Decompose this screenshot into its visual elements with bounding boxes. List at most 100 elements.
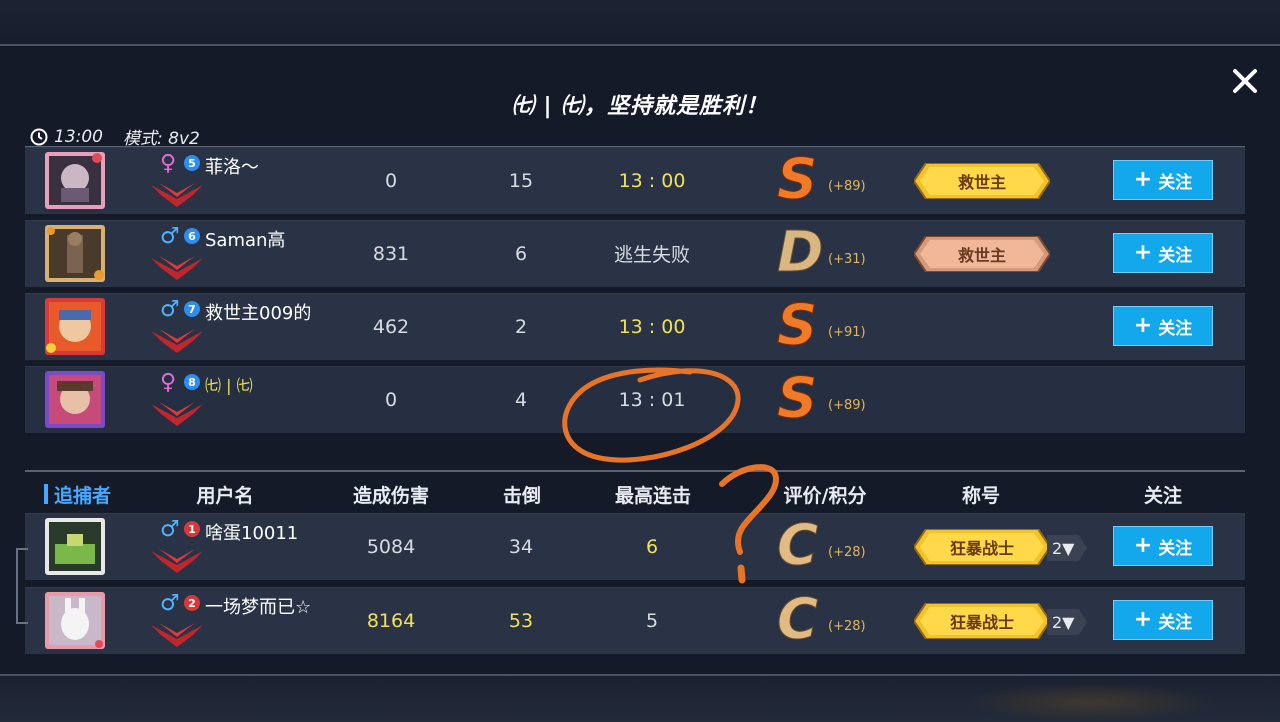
team-label-hunters: 追捕者: [44, 478, 111, 510]
player-name[interactable]: 啥蛋10011: [205, 519, 298, 545]
survivor-row: ♂ 6 Saman高 831 6 逃生失败 D (+31) 救世主 + 关注: [25, 220, 1245, 287]
grade-letter: D: [777, 220, 824, 285]
level-badge: 2: [184, 595, 200, 611]
damage-value: 462: [372, 315, 410, 338]
grade-letter: C: [777, 513, 819, 578]
top-bar: [0, 0, 1280, 46]
male-icon: ♂: [160, 517, 180, 542]
player-name[interactable]: 救世主009的: [205, 299, 311, 325]
damage-value: 831: [372, 242, 410, 265]
clock-icon: [30, 128, 48, 145]
grade-letter: C: [777, 587, 819, 652]
level-badge: 8: [184, 374, 200, 390]
avatar[interactable]: [45, 225, 105, 282]
follow-label: 关注: [1158, 612, 1193, 633]
female-icon: ♀: [160, 151, 177, 176]
damage-value: 5084: [366, 535, 416, 558]
damage-value: 0: [384, 388, 398, 411]
column-header-username: 用户名: [196, 484, 254, 507]
female-icon: ♀: [160, 370, 177, 395]
kills-value: 4: [514, 388, 528, 411]
grade-points: (+28): [828, 619, 866, 634]
avatar[interactable]: [45, 371, 105, 428]
section-divider: [25, 470, 1245, 472]
avatar[interactable]: [45, 298, 105, 355]
title-badge-label: 救世主: [957, 246, 1006, 265]
follow-label: 关注: [1158, 538, 1193, 559]
rank-emblem-icon: [151, 256, 203, 280]
kills-value: 53: [508, 609, 534, 632]
grade-points: (+28): [828, 545, 866, 560]
title-badge-label: 救世主: [957, 173, 1006, 192]
avatar[interactable]: [45, 152, 105, 209]
player-name[interactable]: 一场梦而已☆: [205, 593, 311, 619]
survivor-row: ♀ 5 菲洛～ 0 15 13 : 00 S (+89) 救世主 + 关注: [25, 147, 1245, 214]
title-badge-label: 狂暴战士: [949, 539, 1014, 558]
player-name[interactable]: ㈦ | ㈦: [205, 372, 253, 396]
column-header-combo: 最高连击: [614, 484, 691, 507]
grade-points: (+89): [828, 179, 866, 194]
player-name[interactable]: Saman高: [205, 226, 285, 252]
team-marker: [44, 484, 48, 504]
hunter-row: ♂ 2 一场梦而已☆ 8164 53 5 C (+28) 狂暴战士 2▼ + 关注: [25, 587, 1245, 654]
follow-button[interactable]: + 关注: [1113, 233, 1213, 273]
combo-value: 5: [645, 609, 659, 632]
column-header-kills: 击倒: [502, 484, 541, 507]
title-badge-label: 狂暴战士: [949, 613, 1014, 632]
follow-label: 关注: [1158, 172, 1193, 193]
follow-button[interactable]: + 关注: [1113, 306, 1213, 346]
follow-label: 关注: [1158, 245, 1193, 266]
avatar[interactable]: [45, 592, 105, 649]
kills-value: 15: [508, 169, 534, 192]
grade-points: (+89): [828, 398, 866, 413]
escape-result: 逃生失败: [613, 244, 690, 266]
grade-letter: S: [777, 293, 818, 358]
male-icon: ♂: [160, 224, 180, 249]
plus-icon: +: [1133, 533, 1153, 558]
damage-value: 0: [384, 169, 398, 192]
level-badge: 1: [184, 521, 200, 537]
grade-points: (+91): [828, 325, 866, 340]
avatar[interactable]: [45, 518, 105, 575]
follow-button[interactable]: + 关注: [1113, 526, 1213, 566]
column-header-damage: 造成伤害: [352, 484, 429, 507]
male-icon: ♂: [160, 297, 180, 322]
match-time: 13:00: [54, 126, 103, 147]
rank-emblem-icon: [151, 623, 203, 647]
title-count-dropdown[interactable]: 2▼: [1047, 609, 1087, 635]
follow-label: 关注: [1158, 318, 1193, 339]
rank-emblem-icon: [151, 402, 203, 426]
combo-value: 6: [645, 535, 659, 558]
survival-time: 13 : 00: [618, 169, 686, 192]
player-name[interactable]: 菲洛～: [205, 153, 259, 179]
grade-letter: S: [777, 147, 818, 212]
survivor-row: ♂ 7 救世主009的 462 2 13 : 00 S (+91) + 关注: [25, 293, 1245, 360]
hunter-row: ♂ 1 啥蛋10011 5084 34 6 C (+28) 狂暴战士 2▼ + 关…: [25, 513, 1245, 580]
survival-time: 13 : 01: [618, 388, 686, 411]
kills-value: 6: [514, 242, 528, 265]
rank-emblem-icon: [151, 329, 203, 353]
column-header-follow: 关注: [1143, 484, 1182, 507]
rank-emblem-icon: [151, 183, 203, 207]
level-badge: 7: [184, 301, 200, 317]
plus-icon: +: [1133, 240, 1153, 265]
team-label-text: 追捕者: [54, 484, 112, 507]
grade-points: (+31): [828, 252, 866, 267]
follow-button[interactable]: + 关注: [1113, 600, 1213, 640]
result-title: ㈦ | ㈦，坚持就是胜利！: [511, 94, 769, 119]
kills-value: 34: [508, 535, 534, 558]
kills-value: 2: [514, 315, 528, 338]
survivor-row-self: ♀ 8 ㈦ | ㈦ 0 4 13 : 01 S (+89): [25, 366, 1245, 433]
plus-icon: +: [1133, 167, 1153, 192]
bottom-bar: [0, 674, 1280, 722]
title-count-dropdown[interactable]: 2▼: [1047, 535, 1087, 561]
damage-value: 8164: [366, 609, 416, 632]
follow-button[interactable]: + 关注: [1113, 160, 1213, 200]
rank-emblem-icon: [151, 549, 203, 573]
level-badge: 6: [184, 228, 200, 244]
male-icon: ♂: [160, 591, 180, 616]
plus-icon: +: [1133, 313, 1153, 338]
column-header-rating: 评价/积分: [783, 484, 867, 507]
plus-icon: +: [1133, 607, 1153, 632]
close-icon[interactable]: [1230, 66, 1260, 96]
